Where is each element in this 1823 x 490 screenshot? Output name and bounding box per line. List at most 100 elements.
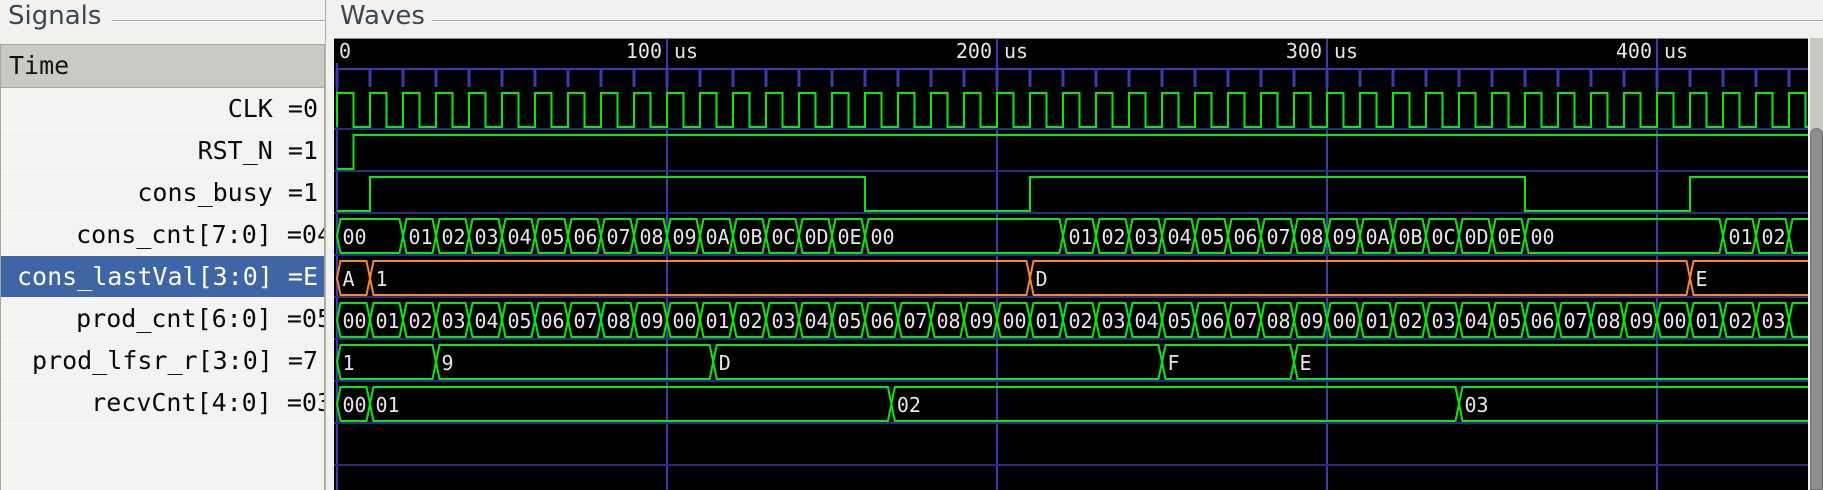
svg-text:03: 03: [1465, 393, 1489, 417]
svg-text:03: 03: [1432, 309, 1456, 333]
svg-text:05: 05: [1168, 309, 1192, 333]
svg-text:us: us: [1334, 39, 1358, 63]
svg-text:01: 01: [409, 225, 433, 249]
waves-frame-border: [432, 20, 1823, 21]
svg-text:07: 07: [1267, 225, 1291, 249]
svg-text:00: 00: [343, 309, 367, 333]
svg-text:1: 1: [343, 351, 355, 375]
svg-text:00: 00: [343, 225, 367, 249]
svg-text:05: 05: [508, 309, 532, 333]
svg-text:07: 07: [607, 225, 631, 249]
svg-text:07: 07: [574, 309, 598, 333]
svg-text:02: 02: [897, 393, 921, 417]
svg-text:04: 04: [508, 225, 532, 249]
svg-text:09: 09: [1300, 309, 1324, 333]
wave-canvas[interactable]: 0 100 us 200 us 300 us 400 us 00 01 02 03 04 05 06 07 08 0…: [334, 38, 1808, 490]
svg-text:D: D: [719, 351, 731, 375]
svg-text:00: 00: [343, 393, 367, 417]
svg-text:02: 02: [739, 309, 763, 333]
svg-text:0C: 0C: [1432, 225, 1456, 249]
signal-row[interactable]: cons_cnt[7:0] =04: [1, 214, 324, 256]
svg-text:02: 02: [409, 309, 433, 333]
svg-text:100: 100: [626, 39, 662, 63]
svg-text:200: 200: [956, 39, 992, 63]
svg-text:02: 02: [1399, 309, 1423, 333]
signal-row[interactable]: CLK =0: [1, 88, 324, 130]
svg-text:03: 03: [772, 309, 796, 333]
signals-panel-title: Signals: [8, 1, 102, 31]
svg-text:07: 07: [904, 309, 928, 333]
svg-text:08: 08: [640, 225, 664, 249]
svg-text:08: 08: [607, 309, 631, 333]
waveform-svg: 0 100 us 200 us 300 us 400 us00 01 02 03 04 05 06 07 08 0…: [334, 39, 1808, 490]
svg-text:00: 00: [1531, 225, 1555, 249]
svg-text:00: 00: [1333, 309, 1357, 333]
svg-text:us: us: [674, 39, 698, 63]
svg-text:0C: 0C: [772, 225, 796, 249]
svg-text:0E: 0E: [1498, 225, 1522, 249]
waves-panel-title: Waves: [340, 1, 425, 31]
svg-text:D: D: [1036, 267, 1048, 291]
svg-text:us: us: [1004, 39, 1028, 63]
signal-row[interactable]: recvCnt[4:0] =03: [1, 382, 324, 424]
svg-text:02: 02: [442, 225, 466, 249]
svg-text:01: 01: [1729, 225, 1753, 249]
svg-text:09: 09: [673, 225, 697, 249]
svg-text:03: 03: [1762, 309, 1786, 333]
svg-text:1: 1: [376, 267, 388, 291]
svg-text:00: 00: [1003, 309, 1027, 333]
signal-row[interactable]: RST_N =1: [1, 130, 324, 172]
svg-text:01: 01: [1366, 309, 1390, 333]
svg-text:06: 06: [871, 309, 895, 333]
svg-text:09: 09: [640, 309, 664, 333]
svg-text:02: 02: [1729, 309, 1753, 333]
svg-text:09: 09: [1333, 225, 1357, 249]
svg-text:0D: 0D: [805, 225, 829, 249]
svg-text:02: 02: [1762, 225, 1786, 249]
svg-text:01: 01: [376, 393, 400, 417]
svg-text:04: 04: [1135, 309, 1159, 333]
svg-text:04: 04: [1168, 225, 1192, 249]
svg-text:06: 06: [541, 309, 565, 333]
signal-row[interactable]: cons_lastVal[3:0] =E: [1, 256, 324, 298]
svg-text:9: 9: [442, 351, 454, 375]
svg-text:01: 01: [1069, 225, 1093, 249]
svg-text:04: 04: [805, 309, 829, 333]
svg-text:09: 09: [970, 309, 994, 333]
svg-text:01: 01: [1036, 309, 1060, 333]
svg-text:03: 03: [1102, 309, 1126, 333]
svg-text:03: 03: [442, 309, 466, 333]
svg-text:00: 00: [871, 225, 895, 249]
time-header-button[interactable]: Time: [1, 45, 324, 88]
svg-text:08: 08: [1597, 309, 1621, 333]
svg-text:07: 07: [1234, 309, 1258, 333]
svg-text:01: 01: [376, 309, 400, 333]
svg-text:08: 08: [937, 309, 961, 333]
svg-text:05: 05: [1201, 225, 1225, 249]
signal-row[interactable]: prod_lfsr_r[3:0] =7: [1, 340, 324, 382]
svg-text:E: E: [1696, 267, 1708, 291]
svg-text:06: 06: [1201, 309, 1225, 333]
scrollbar-thumb[interactable]: [1810, 128, 1823, 490]
svg-text:08: 08: [1300, 225, 1324, 249]
svg-text:F: F: [1168, 351, 1180, 375]
signal-rows-container: CLK =0 RST_N =1 cons_busy =1 cons_cnt[7:0] …: [1, 88, 324, 424]
svg-text:06: 06: [1234, 225, 1258, 249]
svg-text:400: 400: [1616, 39, 1652, 63]
svg-text:04: 04: [475, 309, 499, 333]
signal-row[interactable]: prod_cnt[6:0] =05: [1, 298, 324, 340]
svg-text:07: 07: [1564, 309, 1588, 333]
svg-text:05: 05: [838, 309, 862, 333]
svg-text:0E: 0E: [838, 225, 862, 249]
signal-row[interactable]: cons_busy =1: [1, 172, 324, 214]
svg-text:01: 01: [1696, 309, 1720, 333]
svg-text:05: 05: [1498, 309, 1522, 333]
svg-text:us: us: [1664, 39, 1688, 63]
svg-text:04: 04: [1465, 309, 1489, 333]
vertical-scrollbar[interactable]: [1810, 38, 1823, 490]
svg-text:05: 05: [541, 225, 565, 249]
svg-text:01: 01: [706, 309, 730, 333]
svg-text:0B: 0B: [1399, 225, 1423, 249]
svg-text:06: 06: [1531, 309, 1555, 333]
svg-text:02: 02: [1102, 225, 1126, 249]
